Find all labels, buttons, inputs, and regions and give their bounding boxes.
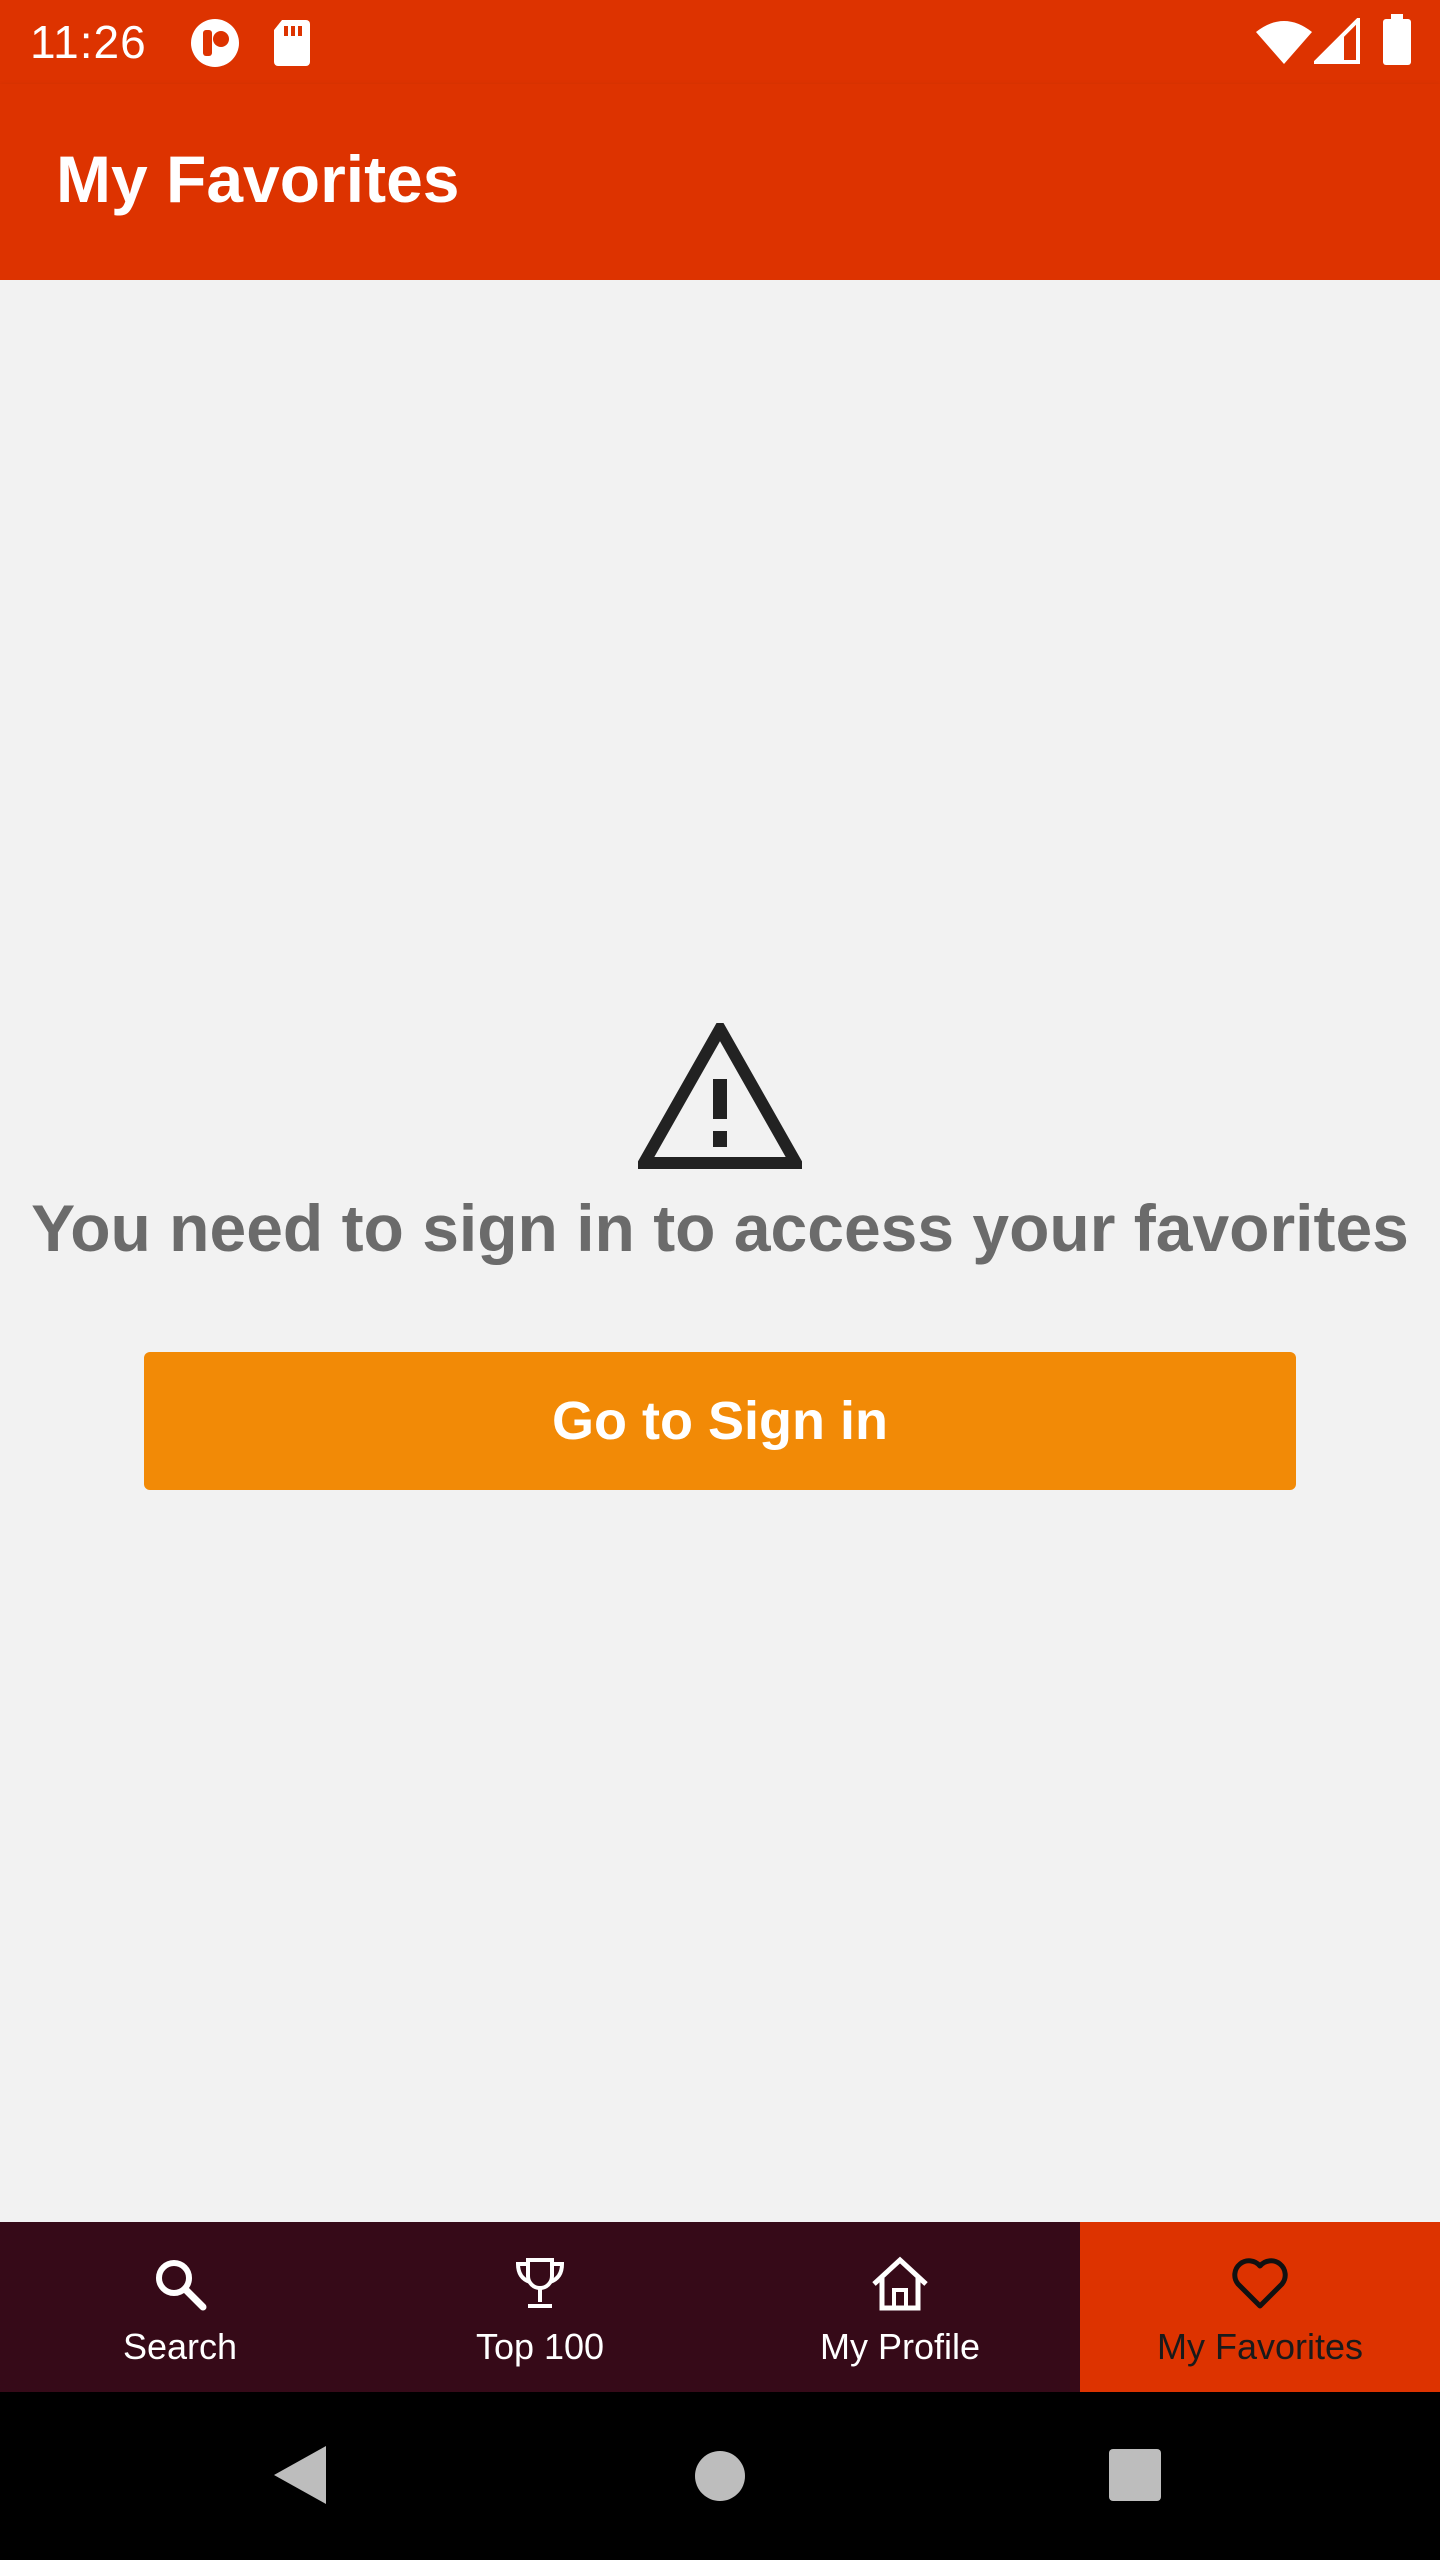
battery-icon xyxy=(1383,14,1411,65)
nav-item-my-favorites[interactable]: My Favorites xyxy=(1080,2222,1440,2392)
app-bar: My Favorites xyxy=(0,84,1440,280)
go-to-sign-in-button[interactable]: Go to Sign in xyxy=(144,1352,1296,1490)
home-circle-icon[interactable] xyxy=(694,2450,746,2502)
back-icon[interactable] xyxy=(272,2444,328,2506)
page-title: My Favorites xyxy=(56,142,460,216)
nav-label-my-profile: My Profile xyxy=(819,2326,981,2367)
sd-card-icon xyxy=(274,20,310,66)
recents-icon[interactable] xyxy=(1108,2448,1162,2502)
app-notification-icon xyxy=(191,19,239,67)
nav-item-search[interactable]: Search xyxy=(0,2222,360,2392)
warning-icon xyxy=(638,1023,802,1169)
search-icon xyxy=(156,2260,207,2311)
bottom-nav: Search Top 100 My Profile My Favorites xyxy=(0,2222,1440,2392)
system-nav-bar xyxy=(0,2392,1440,2560)
nav-label-search: Search xyxy=(122,2326,238,2367)
wifi-icon xyxy=(1256,21,1312,64)
heart-icon xyxy=(1232,2258,1288,2309)
sign-in-required-message: You need to sign in to access your favor… xyxy=(31,1191,1409,1265)
nav-item-top-100[interactable]: Top 100 xyxy=(360,2222,720,2392)
status-time: 11:26 xyxy=(30,16,147,68)
status-bar: 11:26 xyxy=(0,0,1440,84)
trophy-icon xyxy=(515,2258,565,2308)
main-content: You need to sign in to access your favor… xyxy=(0,280,1440,2222)
nav-label-my-favorites: My Favorites xyxy=(1156,2326,1364,2367)
nav-label-top-100: Top 100 xyxy=(475,2326,605,2367)
nav-item-my-profile[interactable]: My Profile xyxy=(720,2222,1080,2392)
cell-signal-icon xyxy=(1314,18,1360,64)
home-icon xyxy=(872,2256,928,2311)
